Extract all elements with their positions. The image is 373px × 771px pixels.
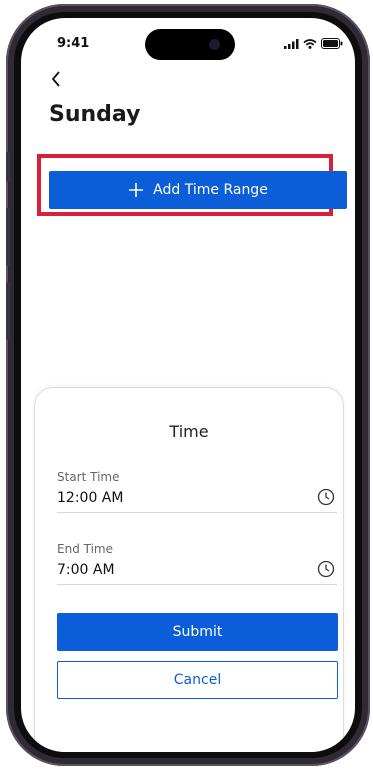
back-button[interactable] (51, 71, 61, 91)
end-time-value: 7:00 AM (57, 562, 115, 578)
end-time-label: End Time (57, 542, 113, 556)
add-time-range-button[interactable]: Add Time Range (49, 171, 347, 209)
screen: 9:41 Sunday Add Time Range Time Start Ti… (21, 18, 355, 752)
status-icons (284, 38, 343, 49)
status-time: 9:41 (57, 36, 90, 51)
clock-icon[interactable] (317, 560, 335, 578)
signal-icon (284, 38, 299, 49)
end-time-underline (57, 584, 337, 585)
back-chevron-icon (51, 71, 60, 87)
plus-icon (129, 183, 144, 197)
time-sheet: Time Start Time 12:00 AM End Time 7:00 A… (35, 388, 343, 752)
clock-icon[interactable] (317, 488, 335, 506)
page-title: Sunday (49, 102, 141, 127)
dynamic-island (145, 29, 235, 60)
start-time-underline (57, 512, 337, 513)
start-time-label: Start Time (57, 470, 120, 484)
start-time-value: 12:00 AM (57, 490, 124, 506)
wifi-icon (303, 38, 317, 49)
battery-icon (321, 38, 343, 49)
sheet-title: Time (169, 422, 209, 441)
camera-icon (209, 39, 220, 50)
volume-up-button (6, 208, 10, 266)
cancel-button[interactable]: Cancel (57, 661, 338, 699)
add-time-range-label: Add Time Range (153, 182, 268, 198)
action-button (6, 152, 10, 182)
submit-button[interactable]: Submit (57, 613, 338, 651)
volume-down-button (6, 282, 10, 340)
